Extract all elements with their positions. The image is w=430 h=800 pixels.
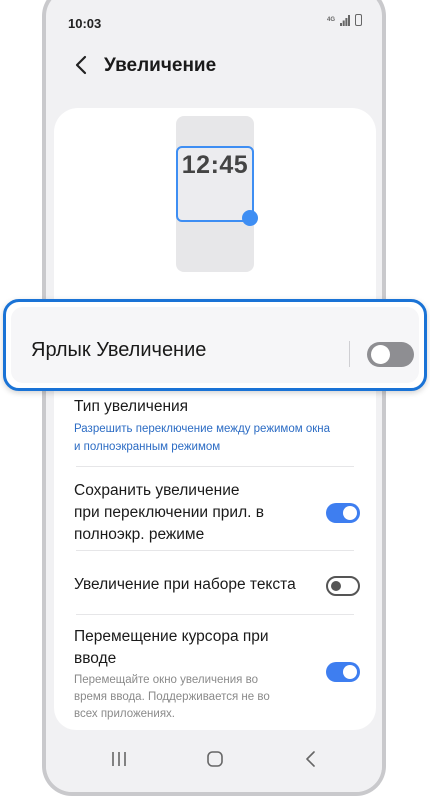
follow-cursor-switch[interactable] <box>326 662 360 682</box>
vertical-separator <box>349 341 350 367</box>
battery-icon <box>355 14 362 26</box>
title-line: при переключении прил. в <box>74 504 264 521</box>
title-line: вводе <box>74 650 117 667</box>
setting-keep-magnification[interactable]: Сохранить увеличение при переключении пр… <box>74 480 306 546</box>
chevron-left-icon[interactable] <box>74 54 88 76</box>
shortcut-label: Ярлык Увеличение <box>31 339 207 361</box>
zoom-on-typing-switch[interactable] <box>326 576 360 596</box>
setting-follow-cursor[interactable]: Перемещение курсора при вводе Перемещайт… <box>74 626 306 723</box>
phone-screen: 10:03 4G Увеличение 12:45 Тип увеличения… <box>46 0 382 792</box>
switch-knob <box>343 665 357 679</box>
switch-knob <box>371 345 390 364</box>
setting-title: Сохранить увеличение при переключении пр… <box>74 480 306 546</box>
preview-clock: 12:45 <box>181 151 249 179</box>
shortcut-highlight[interactable]: Ярлык Увеличение <box>3 299 427 391</box>
title-line: полноэкр. режиме <box>74 526 205 543</box>
network-label: 4G <box>326 17 335 23</box>
navigation-bar <box>46 732 382 792</box>
switch-knob <box>343 506 357 520</box>
magnifier-handle <box>242 210 258 226</box>
status-icons: 4G <box>327 14 362 26</box>
setting-subtitle: Разрешить переключение между режимом окн… <box>74 420 360 456</box>
title-line: Сохранить увеличение <box>74 482 240 499</box>
subtitle-line: и полноэкранным режимом <box>74 441 221 453</box>
setting-title: Перемещение курсора при вводе <box>74 626 306 670</box>
subtitle-line: Разрешить переключение между режимом окн… <box>74 423 331 435</box>
description-line: время ввода. Поддерживается не во <box>74 691 270 703</box>
title-line: Перемещение курсора при <box>74 628 269 645</box>
keep-magnification-switch[interactable] <box>326 503 360 523</box>
signal-icon <box>340 14 350 26</box>
setting-magnification-type[interactable]: Тип увеличения Разрешить переключение ме… <box>74 396 360 456</box>
magnifier-window: 12:45 <box>176 146 258 226</box>
description-line: Перемещайте окно увеличения во <box>74 674 258 686</box>
divider <box>76 550 354 551</box>
setting-zoom-on-typing[interactable]: Увеличение при наборе текста <box>74 574 360 596</box>
setting-description: Перемещайте окно увеличения во время вво… <box>74 672 306 723</box>
recent-apps-icon[interactable] <box>106 746 132 772</box>
divider <box>76 614 354 615</box>
home-icon[interactable] <box>202 746 228 772</box>
page-title: Увеличение <box>104 55 217 76</box>
shortcut-row: Ярлык Увеличение <box>11 307 419 383</box>
settings-card: Тип увеличения Разрешить переключение ме… <box>54 362 376 730</box>
divider <box>76 466 354 467</box>
setting-title: Тип увеличения <box>74 398 189 415</box>
switch-knob <box>331 581 341 591</box>
phone-frame: 10:03 4G Увеличение 12:45 Тип увеличения… <box>42 0 386 796</box>
description-line: всех приложениях. <box>74 708 176 720</box>
back-icon[interactable] <box>298 746 324 772</box>
setting-title: Увеличение при наборе текста <box>74 576 296 593</box>
shortcut-switch[interactable] <box>367 342 414 367</box>
status-time: 10:03 <box>68 16 102 31</box>
